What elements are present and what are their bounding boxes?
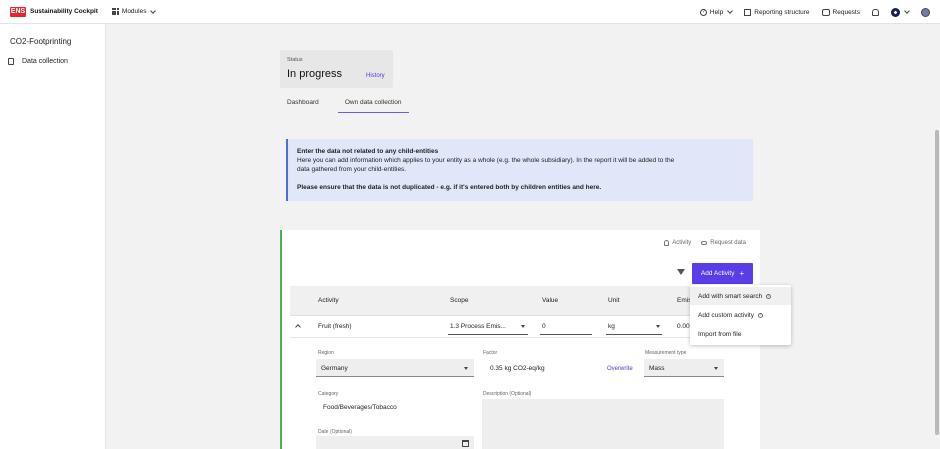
menu-item-label: Add custom activity	[698, 311, 754, 319]
factor-label: Factor	[483, 350, 498, 356]
bell-icon	[664, 240, 670, 246]
request-data-link[interactable]: Request data	[701, 240, 746, 246]
menu-item-custom-activity[interactable]: Add custom activity i	[690, 306, 791, 324]
help-menu[interactable]: ? Help	[699, 8, 734, 16]
date-label: Date (Optional)	[318, 429, 352, 435]
menu-item-label: Add with smart search	[698, 292, 763, 300]
tab-bar: Dashboard Own data collection	[280, 96, 409, 114]
region-label: Region	[318, 350, 334, 356]
sidebar: CO2-Footprinting Data collection	[0, 24, 106, 449]
scope-underline	[448, 334, 528, 335]
description-label: Description (Optional)	[483, 391, 532, 397]
chevron-down-icon	[727, 8, 734, 14]
chevron-down-icon	[464, 367, 468, 370]
tab-dashboard[interactable]: Dashboard	[280, 96, 326, 113]
requests-icon	[821, 8, 830, 16]
factor-value: 0.35 kg CO2-eq/kg	[490, 365, 545, 372]
structure-icon	[744, 8, 752, 16]
bell-icon	[872, 8, 879, 16]
row-scope-select[interactable]: 1.3 Process Emis...	[450, 323, 506, 330]
date-input[interactable]	[316, 436, 474, 449]
info-text-line1: Here you can add information which appli…	[297, 157, 675, 164]
calendar-icon[interactable]	[462, 440, 469, 447]
column-header-value[interactable]: Value	[542, 297, 558, 304]
category-label: Category	[318, 391, 339, 397]
column-header-activity[interactable]: Activity	[318, 297, 339, 304]
value-underline	[540, 334, 592, 335]
requests-label: Requests	[832, 8, 860, 16]
document-icon	[8, 58, 14, 65]
activity-panel: Activity Request data Add Activity + Act…	[280, 230, 762, 449]
reporting-structure-link[interactable]: Reporting structure	[744, 8, 810, 16]
status-label: Status	[287, 57, 303, 63]
row-unit-select[interactable]: kg	[608, 323, 615, 330]
reporting-structure-label: Reporting structure	[754, 8, 810, 16]
filter-icon[interactable]	[677, 269, 685, 275]
unit-underline	[606, 334, 662, 335]
activity-link-label: Activity	[672, 240, 692, 246]
overwrite-link[interactable]: Overwrite	[607, 366, 633, 372]
info-icon: i	[766, 293, 772, 299]
menu-item-import-from-file[interactable]: Import from file	[690, 325, 791, 343]
menu-item-label: Import from file	[698, 330, 742, 338]
plus-icon: +	[739, 269, 745, 278]
sidebar-title: CO2-Footprinting	[10, 37, 72, 46]
activity-link[interactable]: Activity	[664, 240, 691, 246]
request-data-label: Request data	[710, 240, 746, 246]
top-bar: ENS Sustainability Cockpit Modules ? Hel…	[0, 0, 940, 24]
chevron-up-icon[interactable]	[295, 324, 301, 330]
region-value: Germany	[321, 365, 348, 372]
help-icon: ?	[699, 8, 707, 16]
sidebar-item-data-collection[interactable]: Data collection	[8, 58, 68, 65]
brand-name: Sustainability Cockpit	[30, 8, 98, 15]
add-activity-menu: Add with smart search i Add custom activ…	[690, 285, 791, 345]
logo[interactable]: ENS	[10, 6, 26, 17]
language-selector[interactable]	[891, 7, 910, 17]
scrollbar[interactable]	[934, 24, 940, 449]
chevron-down-icon	[150, 7, 157, 14]
region-select[interactable]: Germany	[316, 359, 474, 377]
chevron-down-icon[interactable]	[656, 325, 660, 328]
measurement-type-select[interactable]: Mass	[644, 359, 724, 377]
add-activity-label: Add Activity	[700, 270, 735, 277]
row-value-input[interactable]: 0	[542, 323, 546, 330]
link-icon	[701, 241, 708, 245]
chevron-down-icon	[904, 8, 910, 14]
requests-link[interactable]: Requests	[821, 8, 860, 16]
user-menu[interactable]	[921, 7, 930, 17]
measurement-type-label: Measurement type	[645, 350, 687, 356]
row-activity: Fruit (fresh)	[318, 323, 352, 330]
modules-menu[interactable]: Modules	[111, 7, 157, 15]
status-card: Status In progress History	[280, 50, 393, 88]
grid-icon	[111, 8, 119, 15]
modules-label: Modules	[121, 8, 147, 15]
help-label: Help	[709, 8, 724, 16]
history-link[interactable]: History	[366, 73, 385, 79]
add-activity-button[interactable]: Add Activity +	[692, 263, 753, 284]
info-warning: Please ensure that the data is not dupli…	[297, 184, 602, 191]
menu-item-smart-search[interactable]: Add with smart search i	[690, 287, 791, 305]
column-header-scope[interactable]: Scope	[450, 297, 468, 304]
category-value: Food/Beverages/Tobacco	[323, 404, 397, 411]
measurement-type-value: Mass	[649, 365, 665, 372]
info-heading: Enter the data not related to any child-…	[297, 148, 439, 155]
info-icon: i	[758, 312, 763, 318]
status-value: In progress	[287, 68, 343, 80]
notifications-button[interactable]	[872, 8, 879, 16]
column-header-unit[interactable]: Unit	[608, 297, 620, 304]
scrollbar-thumb[interactable]	[935, 130, 939, 435]
info-text-line2: data gathered from your child-entities.	[297, 166, 407, 173]
description-textarea[interactable]	[482, 399, 724, 449]
chevron-down-icon	[714, 367, 718, 370]
info-banner: Enter the data not related to any child-…	[286, 139, 753, 201]
uk-flag-icon	[891, 7, 900, 17]
avatar	[921, 7, 930, 17]
chevron-down-icon[interactable]	[521, 325, 525, 328]
sidebar-item-label: Data collection	[22, 58, 68, 65]
row-emissions: 0.00	[677, 323, 690, 330]
tab-own-data-collection[interactable]: Own data collection	[337, 96, 409, 113]
